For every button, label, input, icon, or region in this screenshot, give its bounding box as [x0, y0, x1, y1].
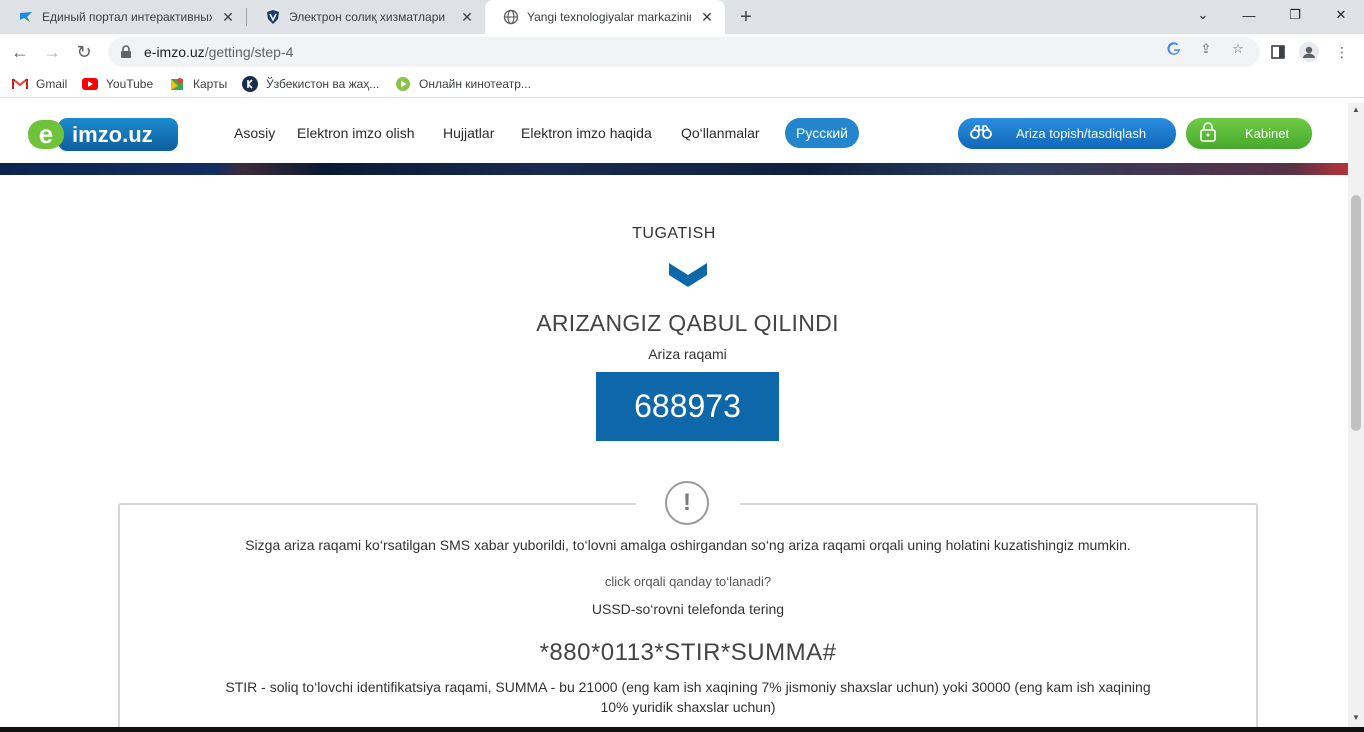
find-application-label: Ariza topish/tasdiqlash [1016, 126, 1147, 141]
bookmark-star-icon[interactable]: ☆ [1230, 41, 1246, 57]
bookmark-label: Онлайн кинотеатр... [419, 77, 531, 91]
step-title: TUGATISH [632, 225, 716, 242]
scrollbar-thumb[interactable] [1351, 195, 1361, 431]
bird-icon [18, 9, 34, 25]
bookmark-uzbekistan[interactable]: Ўзбекистон ва жаҳ... [242, 75, 379, 93]
application-number: 688973 [596, 372, 779, 441]
exclamation-icon: ! [665, 481, 709, 525]
bookmark-label: Gmail [36, 77, 68, 91]
bookmark-gmail[interactable]: Gmail [12, 75, 67, 93]
close-icon[interactable]: ✕ [220, 9, 236, 25]
language-button[interactable]: Русский [785, 118, 859, 148]
scroll-down-icon[interactable]: ▼ [1352, 713, 1360, 722]
restore-icon[interactable]: ❐ [1272, 0, 1318, 30]
k-icon [242, 76, 258, 92]
page-viewport: imzo.uz e Asosiy Elektron imzo olish Huj… [0, 103, 1348, 727]
tab-title: Электрон солиқ хизматлари [289, 10, 446, 24]
tab-strip: Единый портал интерактивных ✕ Электрон с… [0, 0, 1364, 34]
click-payment-question: click orqali qanday to‘lanadi? [604, 574, 772, 589]
browser-tab-2[interactable]: Электрон солиқ хизматлари ✕ [247, 0, 485, 34]
lock-icon [1200, 122, 1220, 145]
bookmark-youtube[interactable]: YouTube [82, 75, 153, 93]
application-accepted-title: ARIZANGIZ QABUL QILINDI [536, 310, 839, 336]
browser-tab-3[interactable]: Yangi texnologiyalar markazining ✕ [485, 0, 725, 34]
youtube-icon [82, 76, 98, 92]
nav-get-signature[interactable]: Elektron imzo olish [297, 125, 415, 141]
address-bar[interactable]: e-imzo.uz/getting/step-4 [108, 37, 1260, 67]
site-header: imzo.uz e Asosiy Elektron imzo olish Huj… [0, 103, 1348, 163]
close-icon[interactable]: ✕ [699, 9, 715, 25]
cabinet-label: Kabinet [1245, 126, 1290, 141]
gmail-icon [12, 76, 28, 92]
bookmarks-bar: Gmail YouTube Карты Ўзбекистон ва жаҳ...… [0, 70, 1364, 98]
shield-icon [265, 9, 281, 25]
url-text: e-imzo.uz/getting/step-4 [144, 44, 294, 60]
stir-explanation: STIR - soliq to‘lovchi identifikatsiya r… [225, 679, 1151, 715]
share-icon[interactable]: ⇪ [1198, 41, 1214, 57]
application-number-label: Ariza raqami [648, 346, 727, 362]
menu-dots-icon[interactable]: ⋮ [1332, 42, 1352, 62]
hero-banner-strip [0, 163, 1348, 175]
close-icon[interactable]: ✕ [459, 9, 475, 25]
globe-icon [503, 9, 519, 25]
chevron-down-icon [669, 263, 707, 287]
profile-icon[interactable] [1299, 42, 1319, 62]
play-icon [395, 76, 411, 92]
nav-about-signature[interactable]: Elektron imzo haqida [521, 125, 652, 141]
bookmark-label: Ўзбекистон ва жаҳ... [266, 77, 380, 91]
browser-tab-1[interactable]: Единый портал интерактивных ✕ [0, 0, 246, 34]
google-icon[interactable] [1166, 41, 1182, 57]
os-taskbar [0, 727, 1364, 732]
sms-notice: Sizga ariza raqami ko‘rsatilgan SMS xaba… [245, 537, 1131, 553]
scroll-up-icon[interactable]: ▲ [1352, 105, 1360, 114]
new-tab-icon[interactable]: + [734, 5, 758, 29]
forward-icon[interactable]: → [38, 38, 66, 66]
bookmark-label: Карты [193, 77, 228, 91]
logo-e: e [28, 120, 64, 149]
reload-icon[interactable]: ↻ [70, 38, 98, 66]
tab-search-icon[interactable]: ⌄ [1180, 0, 1226, 30]
ussd-code: *880*0113*STIR*SUMMA# [539, 639, 837, 666]
minimize-icon[interactable]: — [1226, 0, 1272, 30]
bookmark-maps[interactable]: Карты [169, 75, 227, 93]
logo-word: imzo.uz [58, 118, 178, 151]
tab-title: Единый портал интерактивных [42, 10, 212, 24]
maps-icon [169, 76, 185, 92]
page-scrollbar[interactable]: ▲ ▼ [1348, 103, 1364, 727]
close-window-icon[interactable]: ✕ [1318, 0, 1364, 30]
cabinet-button[interactable]: Kabinet [1186, 118, 1312, 149]
side-panel-icon[interactable] [1268, 42, 1288, 62]
nav-asosiy[interactable]: Asosiy [234, 125, 275, 141]
browser-toolbar: ← → ↻ e-imzo.uz/getting/step-4 ⇪ ☆ ⋮ [0, 34, 1364, 70]
bookmark-label: YouTube [106, 77, 154, 91]
nav-documents[interactable]: Hujjatlar [443, 125, 494, 141]
lock-icon[interactable] [118, 44, 134, 60]
ussd-instruction: USSD-so‘rovni telefonda tering [591, 601, 785, 617]
binoculars-icon [970, 124, 1000, 144]
bookmark-cinema[interactable]: Онлайн кинотеатр... [395, 75, 531, 93]
tab-title: Yangi texnologiyalar markazining [527, 10, 691, 24]
find-application-button[interactable]: Ariza topish/tasdiqlash [958, 118, 1176, 149]
back-icon[interactable]: ← [6, 38, 34, 66]
nav-manuals[interactable]: Qo‘llanmalar [681, 125, 760, 141]
site-logo[interactable]: imzo.uz e [28, 118, 178, 151]
